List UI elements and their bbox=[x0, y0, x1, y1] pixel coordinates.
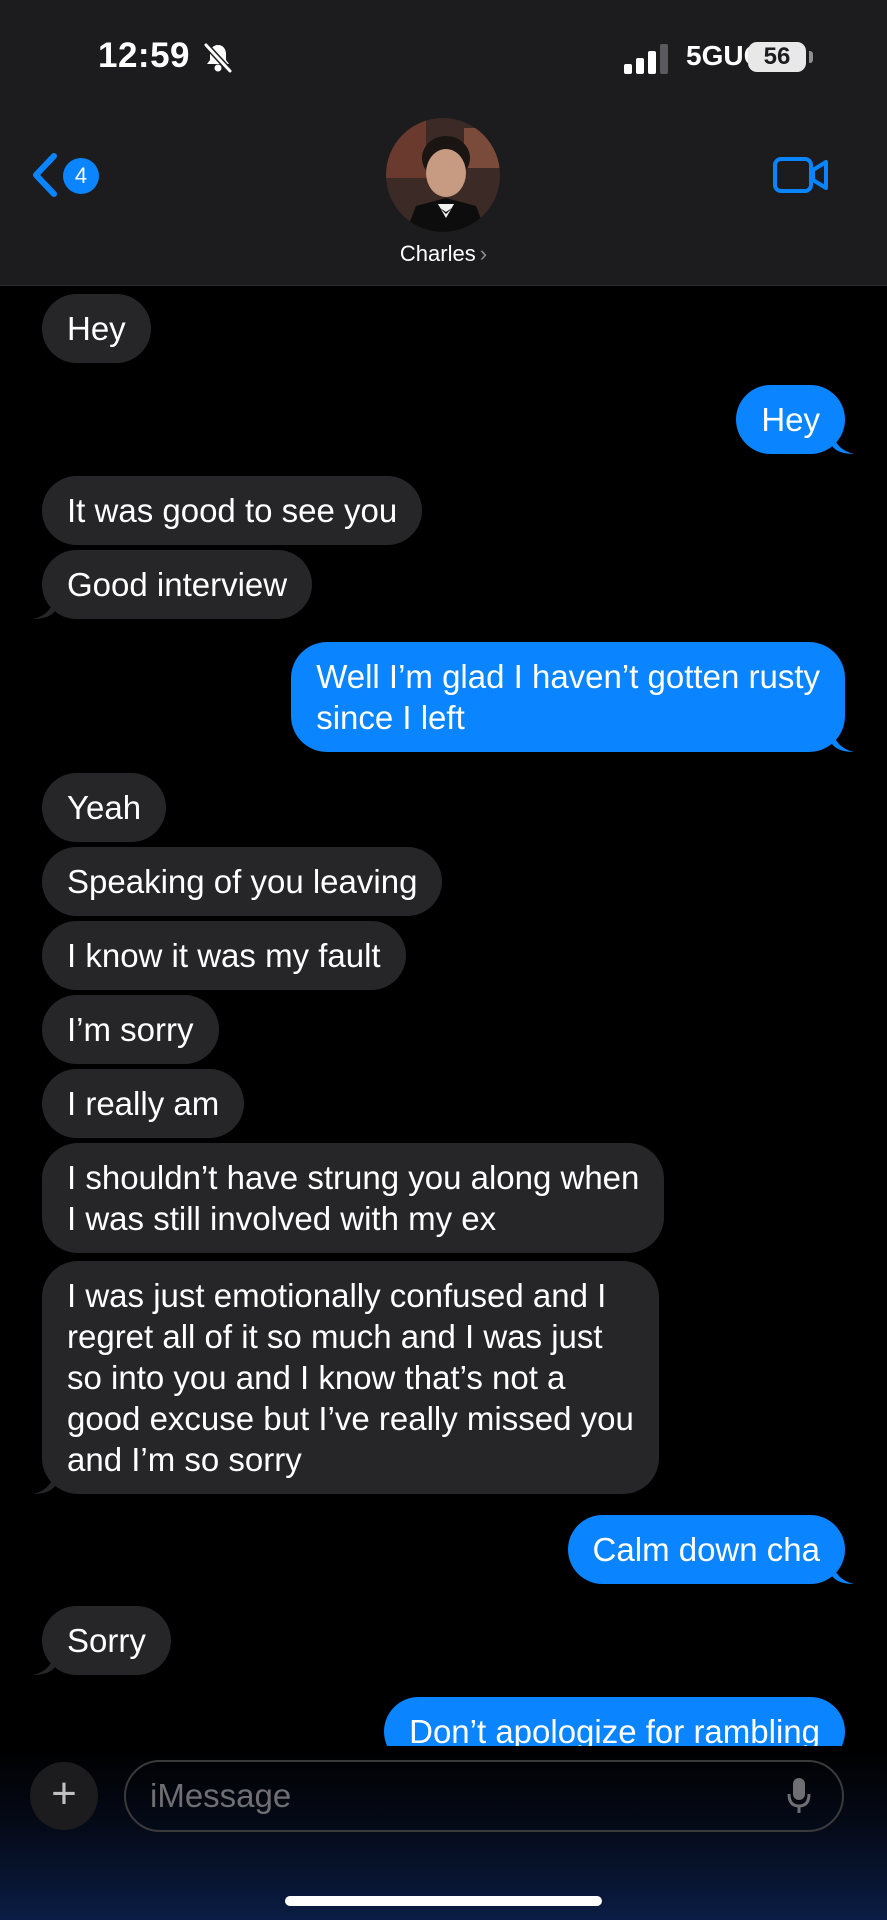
received-message-bubble[interactable]: I’m sorry bbox=[42, 995, 219, 1064]
message-text-line: Good interview bbox=[67, 566, 288, 603]
bubble-tail bbox=[832, 432, 854, 454]
received-message-bubble[interactable]: Good interview bbox=[33, 550, 313, 619]
message-text-line: I shouldn’t have strung you along when bbox=[67, 1159, 640, 1196]
bubble-tail bbox=[33, 597, 55, 619]
message-text-line: I was still involved with my ex bbox=[67, 1200, 497, 1237]
contact-chevron-icon: › bbox=[479, 241, 488, 266]
message-text-line: regret all of it so much and I was just bbox=[67, 1318, 603, 1355]
message-text-line: I was just emotionally confused and I bbox=[67, 1277, 607, 1314]
received-message-bubble[interactable]: I shouldn’t have strung you along when I … bbox=[42, 1143, 665, 1253]
received-message-bubble[interactable]: Hey bbox=[42, 294, 151, 363]
contact-avatar[interactable] bbox=[386, 118, 500, 232]
bubble-tail bbox=[33, 1653, 55, 1675]
received-message-bubble[interactable]: I was just emotionally confused and I reg… bbox=[33, 1261, 659, 1494]
battery-icon: 56 bbox=[748, 42, 806, 72]
message-text-line: Sorry bbox=[67, 1622, 146, 1659]
home-indicator[interactable] bbox=[285, 1896, 602, 1906]
bell-slash-icon bbox=[203, 42, 233, 79]
message-text-line: and I’m so sorry bbox=[67, 1441, 302, 1478]
sent-message-bubble[interactable]: Calm down cha bbox=[567, 1515, 854, 1584]
composer-bar: + bbox=[0, 1748, 887, 1920]
received-message-bubble[interactable]: Yeah bbox=[42, 773, 167, 842]
contact-name: Charles bbox=[399, 241, 476, 266]
received-message-bubble[interactable]: I really am bbox=[42, 1069, 245, 1138]
sent-message-bubble[interactable]: Hey bbox=[736, 385, 854, 454]
received-message-bubble[interactable]: It was good to see you bbox=[42, 476, 423, 545]
back-button[interactable]: 4 bbox=[30, 150, 110, 210]
video-call-icon[interactable] bbox=[773, 155, 829, 200]
message-text-line: I know it was my fault bbox=[67, 937, 381, 974]
message-text-line: I’m sorry bbox=[67, 1011, 194, 1048]
message-text-line: Hey bbox=[67, 310, 126, 347]
microphone-icon[interactable] bbox=[786, 1776, 812, 1821]
message-text-line: I really am bbox=[67, 1085, 220, 1122]
message-text-line: Yeah bbox=[67, 789, 142, 826]
message-input[interactable] bbox=[124, 1760, 844, 1832]
signal-icon bbox=[624, 44, 672, 79]
received-message-bubble[interactable]: Sorry bbox=[33, 1606, 171, 1675]
contact-name-button[interactable]: Charles › bbox=[0, 241, 887, 267]
message-text-line: good excuse but I’ve really missed you bbox=[67, 1400, 634, 1437]
message-text-line: Well I’m glad I haven’t gotten rusty bbox=[316, 658, 820, 695]
bubble-tail bbox=[832, 1562, 854, 1584]
sent-message-bubble[interactable]: Well I’m glad I haven’t gotten rusty sinc… bbox=[291, 642, 854, 752]
battery-nub bbox=[809, 51, 813, 63]
received-message-bubble[interactable]: Speaking of you leaving bbox=[42, 847, 443, 916]
received-message-bubble[interactable]: I know it was my fault bbox=[42, 921, 406, 990]
back-chevron-icon bbox=[30, 150, 60, 205]
status-bar: 12:59 5GUC 56 bbox=[0, 0, 887, 110]
status-time: 12:59 bbox=[98, 36, 191, 75]
message-text-line: since I left bbox=[316, 699, 465, 736]
sent-message-bubble[interactable]: Don’t apologize for rambling bbox=[384, 1697, 845, 1746]
plus-icon[interactable]: + bbox=[30, 1762, 98, 1830]
conversation-header: 4 Charles › bbox=[0, 110, 887, 286]
message-text-line: It was good to see you bbox=[67, 492, 398, 529]
message-text-line: Calm down cha bbox=[592, 1531, 820, 1568]
message-thread[interactable]: Hey Hey It was good to see you Good intervi… bbox=[0, 286, 887, 1746]
bubble-tail bbox=[33, 1472, 55, 1494]
message-text-line: so into you and I know that’s not a bbox=[67, 1359, 566, 1396]
message-text-line: Don’t apologize for rambling bbox=[409, 1713, 820, 1746]
message-text-line: Hey bbox=[761, 401, 820, 438]
bubble-tail bbox=[832, 730, 854, 752]
unread-count-badge: 4 bbox=[63, 158, 99, 194]
message-text-line: Speaking of you leaving bbox=[67, 863, 418, 900]
